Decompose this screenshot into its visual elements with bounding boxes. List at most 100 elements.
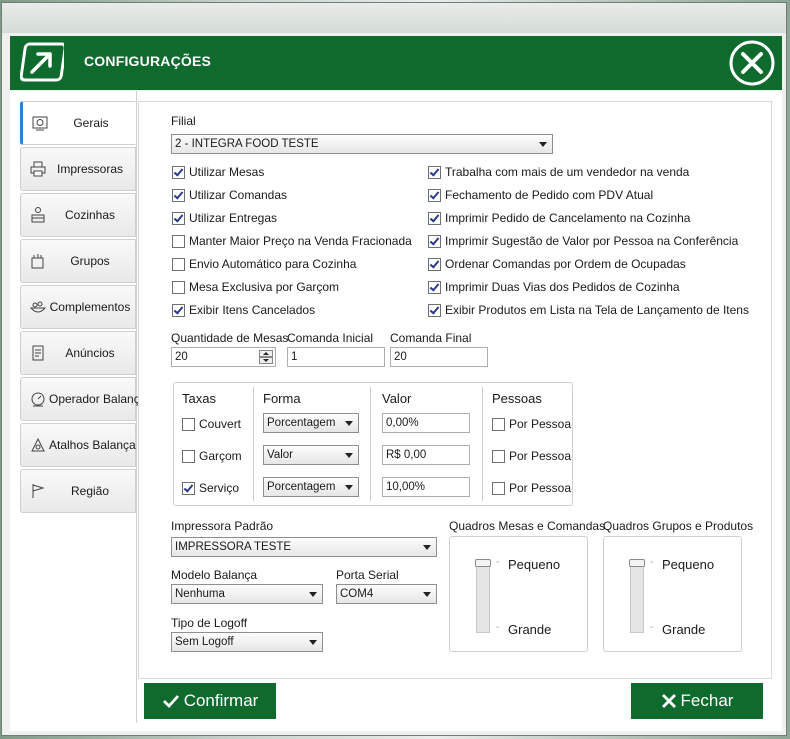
checkbox-box	[172, 234, 185, 248]
checkbox-utilizar-entregas[interactable]: Utilizar Entregas	[172, 210, 277, 226]
checkbox-garcom[interactable]: Garçom	[182, 448, 242, 464]
quadros-mesas-slider-track[interactable]	[476, 559, 490, 633]
tab-operador-balanca[interactable]: Operador Balança	[20, 377, 146, 421]
checkbox-label: Ordenar Comandas por Ordem de Ocupadas	[445, 257, 686, 271]
impressora-padrao-select[interactable]: IMPRESSORA TESTE	[171, 537, 437, 557]
window-title: CONFIGURAÇÕES	[84, 53, 212, 69]
servico-valor-input[interactable]: 10,00%	[382, 477, 470, 497]
checkbox-duas-vias[interactable]: Imprimir Duas Vias dos Pedidos de Cozinh…	[428, 279, 680, 295]
checkbox-fechamento-pdv[interactable]: Fechamento de Pedido com PDV Atual	[428, 187, 653, 203]
chevron-down-icon	[423, 592, 431, 597]
comanda-final-input[interactable]: 20	[390, 347, 488, 367]
checkbox-box	[182, 481, 195, 495]
checkbox-servico[interactable]: Serviço	[182, 480, 239, 496]
tab-anuncios[interactable]: Anúncios	[20, 331, 136, 375]
modelo-balanca-select[interactable]: Nenhuma	[171, 584, 323, 604]
window-frame	[2, 3, 786, 33]
checkbox-envio-automatico[interactable]: Envio Automático para Cozinha	[172, 256, 356, 272]
taxas-group: Taxas Forma Valor Pessoas Couvert Porcen…	[173, 382, 573, 506]
quadros-grupos-label: Quadros Grupos e Produtos	[603, 519, 754, 533]
tab-label: Região	[70, 484, 110, 498]
checkbox-label: Imprimir Duas Vias dos Pedidos de Cozinh…	[445, 280, 680, 294]
slider-min-label: Pequeno	[508, 557, 561, 572]
tab-gerais[interactable]: Gerais	[20, 101, 136, 145]
tipo-logoff-label: Tipo de Logoff	[171, 616, 248, 630]
checkbox-servico-por-pessoa[interactable]: Por Pessoa	[492, 480, 571, 496]
close-x-icon	[661, 694, 676, 708]
checkbox-box	[172, 188, 185, 202]
tab-impressoras[interactable]: Impressoras	[20, 147, 136, 191]
tab-cozinhas[interactable]: Cozinhas	[20, 193, 136, 237]
checkbox-box	[492, 481, 505, 495]
close-label: Fechar	[680, 691, 734, 710]
quantidade-mesas-value: 20	[175, 351, 188, 363]
confirm-button[interactable]: Confirmar	[144, 683, 276, 719]
couvert-forma-select[interactable]: Porcentagem	[263, 413, 359, 433]
garcom-valor-input[interactable]: R$ 0,00	[382, 445, 470, 465]
pessoas-header: Pessoas	[492, 391, 542, 406]
checkbox-label: Utilizar Entregas	[189, 211, 278, 225]
dish-icon	[27, 296, 49, 318]
app-logo-icon	[20, 42, 64, 82]
checkbox-box	[428, 211, 441, 225]
select-value: Porcentagem	[267, 417, 336, 429]
tab-complementos[interactable]: Complementos	[20, 285, 136, 329]
select-value: COM4	[340, 588, 374, 600]
quadros-mesas-label: Quadros Mesas e Comandas	[449, 519, 606, 533]
chevron-down-icon	[345, 485, 353, 490]
checkbox-label: Exibir Produtos em Lista na Tela de Lanç…	[445, 303, 749, 317]
forma-header: Forma	[263, 391, 301, 406]
checkbox-produtos-lista[interactable]: Exibir Produtos em Lista na Tela de Lanç…	[428, 302, 749, 318]
checkbox-box	[428, 234, 441, 248]
quantidade-mesas-stepper[interactable]: 20	[171, 347, 276, 367]
checkbox-label: Manter Maior Preço na Venda Fracionada	[189, 234, 412, 248]
porta-serial-select[interactable]: COM4	[336, 584, 437, 604]
couvert-valor-input[interactable]: 0,00%	[382, 413, 470, 433]
quadros-mesas-slider-thumb[interactable]	[475, 559, 491, 567]
select-value: Valor	[267, 449, 293, 461]
checkbox-mais-vendedor[interactable]: Trabalha com mais de um vendedor na vend…	[428, 164, 689, 180]
checkbox-sugestao-valor[interactable]: Imprimir Sugestão de Valor por Pessoa na…	[428, 233, 738, 249]
tick-mark: -	[650, 622, 654, 633]
comanda-inicial-input[interactable]: 1	[287, 347, 385, 367]
tab-label: Grupos	[70, 254, 110, 268]
checkbox-mesa-exclusiva[interactable]: Mesa Exclusiva por Garçom	[172, 279, 339, 295]
checkbox-imprimir-cancelamento[interactable]: Imprimir Pedido de Cancelamento na Cozin…	[428, 210, 690, 226]
checkbox-utilizar-mesas[interactable]: Utilizar Mesas	[172, 164, 264, 180]
close-button[interactable]: Fechar	[631, 683, 763, 719]
checkbox-label: Trabalha com mais de um vendedor na vend…	[445, 165, 690, 179]
checkbox-exibir-cancelados[interactable]: Exibir Itens Cancelados	[172, 302, 315, 318]
tick-mark: -	[496, 557, 500, 568]
checkbox-couvert[interactable]: Couvert	[182, 416, 241, 432]
quadros-grupos-slider-track[interactable]	[630, 559, 644, 633]
spinner-arrows-icon[interactable]	[259, 350, 273, 364]
checkbox-label: Mesa Exclusiva por Garçom	[189, 280, 340, 294]
close-icon[interactable]	[728, 39, 776, 87]
printer-icon	[27, 158, 49, 180]
checkbox-label: Por Pessoa	[509, 449, 572, 463]
general-settings-panel: Filial 2 - INTEGRA FOOD TESTE Utilizar M…	[138, 101, 772, 679]
checkbox-garcom-por-pessoa[interactable]: Por Pessoa	[492, 448, 571, 464]
checkbox-box	[182, 417, 195, 431]
quadros-grupos-slider-thumb[interactable]	[629, 559, 645, 567]
select-value: Porcentagem	[267, 481, 336, 493]
tab-atalhos-balanca[interactable]: Atalhos Balança	[20, 423, 136, 467]
chevron-down-icon	[539, 142, 547, 147]
tick-mark: -	[650, 557, 654, 568]
filial-select[interactable]: 2 - INTEGRA FOOD TESTE	[171, 134, 553, 154]
quadros-grupos-group: - - Pequeno Grande	[603, 536, 742, 652]
servico-forma-select[interactable]: Porcentagem	[263, 477, 359, 497]
taxas-header: Taxas	[182, 391, 216, 406]
checkbox-maior-preco[interactable]: Manter Maior Preço na Venda Fracionada	[172, 233, 412, 249]
tab-grupos[interactable]: Grupos	[20, 239, 136, 283]
checkbox-box	[428, 188, 441, 202]
tab-regiao[interactable]: Região	[20, 469, 136, 513]
checkbox-couvert-por-pessoa[interactable]: Por Pessoa	[492, 416, 571, 432]
garcom-forma-select[interactable]: Valor	[263, 445, 359, 465]
tipo-logoff-select[interactable]: Sem Logoff	[171, 632, 323, 652]
divider	[482, 387, 483, 501]
checkbox-ordenar-comandas[interactable]: Ordenar Comandas por Ordem de Ocupadas	[428, 256, 686, 272]
checkbox-box	[172, 211, 185, 225]
checkbox-box	[172, 303, 185, 317]
checkbox-utilizar-comandas[interactable]: Utilizar Comandas	[172, 187, 287, 203]
